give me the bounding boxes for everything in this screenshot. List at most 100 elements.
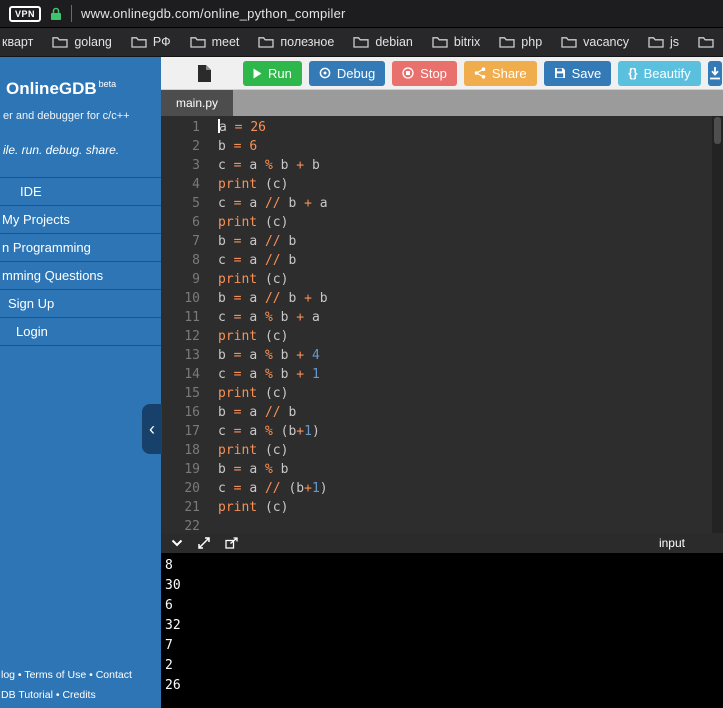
input-tab-label[interactable]: input xyxy=(659,536,685,550)
line-number: 8 xyxy=(192,253,200,268)
code-line: c = a // b xyxy=(218,253,297,268)
sidebar-item-mming-questions[interactable]: mming Questions xyxy=(0,262,161,290)
code-line: print (c) xyxy=(218,500,289,515)
line-number: 21 xyxy=(184,500,200,515)
sidebar-tagline-1: er and debugger for c/c++ xyxy=(3,110,130,122)
bookmarks-bar: кварт golang РФ meet полезное debian bitrix php… xyxy=(0,28,723,57)
sidebar-item-ide[interactable]: IDE xyxy=(0,178,161,206)
play-icon xyxy=(253,68,262,79)
bookmark-item[interactable]: js xyxy=(648,35,679,49)
app-content: OnlineGDB beta er and debugger for c/c++ … xyxy=(0,57,723,708)
folder-icon xyxy=(561,36,577,48)
code-line: b = 6 xyxy=(218,139,258,154)
code-line: c = a % b + 1 xyxy=(218,367,320,382)
sidebar-item-my-projects[interactable]: My Projects xyxy=(0,206,161,234)
line-number: 6 xyxy=(192,215,200,230)
braces-icon: {} xyxy=(628,66,638,80)
run-label: Run xyxy=(268,65,292,81)
bookmark-label: js xyxy=(670,35,680,49)
save-icon xyxy=(554,67,566,79)
editor-toolbar: Run Debug Stop Share Save {} Beautify xyxy=(161,57,723,90)
code-line: b = a // b + b xyxy=(218,291,328,306)
line-number: 18 xyxy=(184,443,200,458)
bookmark-item[interactable]: php xyxy=(499,35,542,49)
stop-button[interactable]: Stop xyxy=(392,60,457,86)
bookmark-label: golang xyxy=(74,35,112,49)
download-button[interactable] xyxy=(707,60,722,86)
popout-icon[interactable] xyxy=(225,537,238,549)
tab-label: main.py xyxy=(176,96,219,110)
code-line: c = a // (b+1) xyxy=(218,481,328,496)
save-button[interactable]: Save xyxy=(543,60,612,86)
expand-icon[interactable] xyxy=(198,537,210,549)
bookmark-item[interactable]: vacancy xyxy=(561,35,629,49)
new-file-icon[interactable] xyxy=(197,64,212,83)
code-line: print (c) xyxy=(218,386,289,401)
line-number: 15 xyxy=(184,386,200,401)
footer-links-row-2[interactable]: DB Tutorial • Credits xyxy=(1,685,132,705)
chevron-down-icon[interactable] xyxy=(171,539,183,547)
url-bar-divider xyxy=(71,5,73,22)
code-line: print (c) xyxy=(218,329,289,344)
sidebar-item-login[interactable]: Login xyxy=(0,318,161,346)
debug-button[interactable]: Debug xyxy=(308,60,386,86)
sidebar-footer: log • Terms of Use • Contact DB Tutorial… xyxy=(1,665,132,705)
line-number: 10 xyxy=(184,291,200,306)
sidebar-item-n-programming[interactable]: n Programming xyxy=(0,234,161,262)
folder-icon xyxy=(131,36,147,48)
debug-label: Debug xyxy=(336,65,376,81)
bookmark-item[interactable]: кварт xyxy=(2,35,33,49)
bookmark-item[interactable] xyxy=(698,36,714,48)
brand-name: OnlineGDB xyxy=(6,79,97,98)
console-output[interactable]: 8 30 6 32 7 2 26 xyxy=(161,553,723,708)
line-number: 17 xyxy=(184,424,200,439)
folder-icon xyxy=(258,36,275,48)
console-line: 26 xyxy=(165,678,181,693)
code-line: print (c) xyxy=(218,215,289,230)
lock-icon xyxy=(50,7,62,21)
line-number-gutter: 1 2 3 4 5 6 7 8 9 10 11 12 13 14 15 16 17 18 19 20 21 22 xyxy=(161,116,213,533)
bookmark-label: РФ xyxy=(152,35,171,49)
bookmark-label: полезное xyxy=(280,35,335,49)
share-button[interactable]: Share xyxy=(463,60,537,86)
code-line: c = a // b + a xyxy=(218,196,328,211)
browser-window: VPN www.onlinegdb.com/online_python_comp… xyxy=(0,0,723,708)
beautify-button[interactable]: {} Beautify xyxy=(618,60,701,86)
line-number: 3 xyxy=(192,158,200,173)
beta-badge: beta xyxy=(98,79,117,90)
code-line: print (c) xyxy=(218,443,289,458)
bookmark-item[interactable]: bitrix xyxy=(432,35,480,49)
code-line: print (c) xyxy=(218,177,289,192)
bookmark-item[interactable]: debian xyxy=(353,35,413,49)
vpn-badge[interactable]: VPN xyxy=(9,5,42,22)
editor-scrollbar[interactable] xyxy=(712,116,723,533)
code-area[interactable]: a = 26 b = 6 c = a % b + b print (c) c = a /… xyxy=(213,116,723,533)
code-line: b = a // b xyxy=(218,234,297,249)
run-button[interactable]: Run xyxy=(243,60,302,86)
bookmark-label: vacancy xyxy=(583,35,630,49)
bookmark-item[interactable]: полезное xyxy=(258,35,334,49)
line-number: 16 xyxy=(184,405,200,420)
sidebar-collapse-button[interactable]: ‹ xyxy=(142,404,162,454)
code-editor[interactable]: 1 2 3 4 5 6 7 8 9 10 11 12 13 14 15 16 17 18 19 20 21 22 a = … xyxy=(161,116,723,533)
bookmark-item[interactable]: golang xyxy=(52,35,112,49)
tab-main-py[interactable]: main.py xyxy=(161,90,234,116)
scrollbar-thumb[interactable] xyxy=(714,117,721,144)
footer-links-row-1[interactable]: log • Terms of Use • Contact xyxy=(1,665,132,685)
code-line: print (c) xyxy=(218,272,289,287)
bookmark-label: кварт xyxy=(2,35,34,49)
sidebar-item-sign-up[interactable]: Sign Up xyxy=(0,290,161,318)
line-number: 11 xyxy=(184,310,200,325)
code-line: c = a % b + b xyxy=(218,158,320,173)
tab-bar: main.py xyxy=(161,90,723,116)
bookmark-item[interactable]: РФ xyxy=(131,35,171,49)
url-text[interactable]: www.onlinegdb.com/online_python_compiler xyxy=(81,6,346,21)
line-number: 9 xyxy=(192,272,200,287)
browser-url-bar: VPN www.onlinegdb.com/online_python_comp… xyxy=(0,0,723,28)
bookmark-item[interactable]: meet xyxy=(189,35,239,49)
line-number: 20 xyxy=(184,481,200,496)
brand-logo[interactable]: OnlineGDB beta xyxy=(0,57,161,99)
line-number: 22 xyxy=(184,519,200,533)
bookmark-label: debian xyxy=(375,35,413,49)
